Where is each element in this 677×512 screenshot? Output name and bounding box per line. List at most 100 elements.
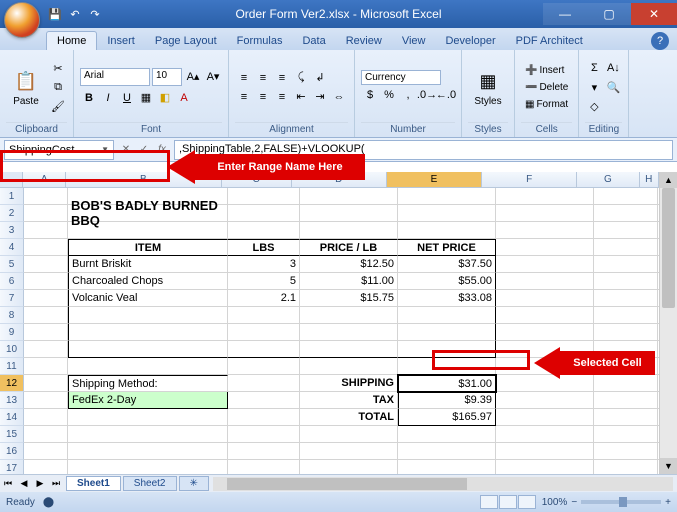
cell-A8[interactable] — [24, 307, 68, 324]
item-price-1[interactable]: $11.00 — [300, 273, 398, 290]
align-right-icon[interactable]: ≡ — [273, 88, 291, 106]
cell-A15[interactable] — [24, 426, 68, 443]
align-center-icon[interactable]: ≡ — [254, 88, 272, 106]
cell-E1[interactable] — [398, 188, 496, 205]
cell-C12[interactable] — [228, 375, 300, 392]
tab-review[interactable]: Review — [336, 32, 392, 50]
underline-button[interactable]: U — [118, 89, 136, 107]
tab-last-icon[interactable]: ⏭ — [48, 476, 64, 492]
scroll-down-icon[interactable]: ▼ — [660, 458, 677, 474]
sheet-tab-1[interactable]: Sheet1 — [66, 476, 121, 491]
cell-F17[interactable] — [496, 460, 594, 474]
cell-F9[interactable] — [496, 324, 594, 341]
tab-home[interactable]: Home — [46, 31, 97, 50]
cell-B11[interactable] — [68, 358, 228, 375]
fill-color-button[interactable]: ◧ — [156, 89, 174, 107]
cell-A6[interactable] — [24, 273, 68, 290]
item-price-0[interactable]: $12.50 — [300, 256, 398, 273]
row-header-10[interactable]: 10 — [0, 341, 24, 358]
format-cells-button[interactable]: ▦Format — [521, 96, 572, 112]
shrink-font-icon[interactable]: A▾ — [204, 68, 222, 86]
cell-A4[interactable] — [24, 239, 68, 256]
sheet-tab-2[interactable]: Sheet2 — [123, 476, 177, 491]
autosum-icon[interactable]: Σ — [585, 59, 603, 77]
col-header-G[interactable]: G — [577, 172, 639, 188]
cell-C16[interactable] — [228, 443, 300, 460]
help-icon[interactable]: ? — [651, 32, 669, 50]
hdr-item[interactable]: ITEM — [68, 239, 228, 256]
insert-cells-button[interactable]: ➕Insert — [521, 62, 572, 78]
worksheet-grid[interactable]: ABCDEFGH 1234567891011121314151617BOB'S … — [0, 172, 659, 474]
row-header-9[interactable]: 9 — [0, 324, 24, 341]
cell-F16[interactable] — [496, 443, 594, 460]
sum-tax-value[interactable]: $9.39 — [398, 392, 496, 409]
row-header-15[interactable]: 15 — [0, 426, 24, 443]
align-bottom-icon[interactable]: ≡ — [273, 69, 291, 87]
cell-D15[interactable] — [300, 426, 398, 443]
cell-G14[interactable] — [594, 409, 658, 426]
item-lbs-1[interactable]: 5 — [228, 273, 300, 290]
undo-icon[interactable]: ↶ — [66, 5, 84, 23]
sum-tax-label[interactable]: TAX — [300, 392, 398, 409]
cell-A10[interactable] — [24, 341, 68, 358]
cell-A9[interactable] — [24, 324, 68, 341]
row-header-4[interactable]: 4 — [0, 239, 24, 256]
item-name-1[interactable]: Charcoaled Chops — [68, 273, 228, 290]
cell-G7[interactable] — [594, 290, 658, 307]
empty-e9[interactable] — [398, 324, 496, 341]
row-header-2[interactable]: 2 — [0, 205, 24, 222]
scroll-thumb[interactable] — [662, 188, 675, 308]
page-layout-view-icon[interactable] — [499, 495, 517, 509]
horizontal-scrollbar[interactable] — [213, 477, 673, 491]
save-icon[interactable]: 💾 — [46, 5, 64, 23]
cell-D2[interactable] — [300, 205, 398, 222]
empty-d10[interactable] — [300, 341, 398, 358]
tab-developer[interactable]: Developer — [435, 32, 505, 50]
font-color-button[interactable]: A — [175, 89, 193, 107]
item-net-1[interactable]: $55.00 — [398, 273, 496, 290]
row-header-12[interactable]: 12 — [0, 375, 24, 392]
tab-first-icon[interactable]: ⏮ — [0, 476, 16, 492]
item-lbs-0[interactable]: 3 — [228, 256, 300, 273]
maximize-button[interactable]: ▢ — [587, 3, 631, 25]
cell-B17[interactable] — [68, 460, 228, 474]
italic-button[interactable]: I — [99, 89, 117, 107]
cell-E16[interactable] — [398, 443, 496, 460]
ship-method-label[interactable]: Shipping Method: — [68, 375, 228, 392]
decrease-indent-icon[interactable]: ⇤ — [292, 88, 310, 106]
cell-E15[interactable] — [398, 426, 496, 443]
zoom-in-icon[interactable]: + — [665, 497, 671, 508]
cell-F8[interactable] — [496, 307, 594, 324]
row-header-16[interactable]: 16 — [0, 443, 24, 460]
cell-B15[interactable] — [68, 426, 228, 443]
empty-c10[interactable] — [228, 341, 300, 358]
hdr-net[interactable]: NET PRICE — [398, 239, 496, 256]
cell-A17[interactable] — [24, 460, 68, 474]
office-button[interactable] — [4, 2, 40, 38]
cell-A12[interactable] — [24, 375, 68, 392]
number-format-select[interactable]: Currency — [361, 70, 441, 85]
row-header-6[interactable]: 6 — [0, 273, 24, 290]
zoom-slider[interactable] — [581, 500, 661, 504]
close-button[interactable]: ✕ — [631, 3, 677, 25]
item-name-0[interactable]: Burnt Briskit — [68, 256, 228, 273]
grow-font-icon[interactable]: A▴ — [184, 68, 202, 86]
sum-total-label[interactable]: TOTAL — [300, 409, 398, 426]
cell-D3[interactable] — [300, 222, 398, 239]
cell-G9[interactable] — [594, 324, 658, 341]
sum-total-value[interactable]: $165.97 — [398, 409, 496, 426]
hdr-lbs[interactable]: LBS — [228, 239, 300, 256]
fill-icon[interactable]: ▾ — [585, 78, 603, 96]
tab-pdf-architect[interactable]: PDF Architect — [506, 32, 593, 50]
empty-c9[interactable] — [228, 324, 300, 341]
empty-b9[interactable] — [68, 324, 228, 341]
redo-icon[interactable]: ↷ — [86, 5, 104, 23]
cell-G4[interactable] — [594, 239, 658, 256]
cell-F5[interactable] — [496, 256, 594, 273]
empty-d8[interactable] — [300, 307, 398, 324]
cell-C14[interactable] — [228, 409, 300, 426]
cell-G6[interactable] — [594, 273, 658, 290]
cell-D17[interactable] — [300, 460, 398, 474]
cell-A13[interactable] — [24, 392, 68, 409]
cell-F14[interactable] — [496, 409, 594, 426]
